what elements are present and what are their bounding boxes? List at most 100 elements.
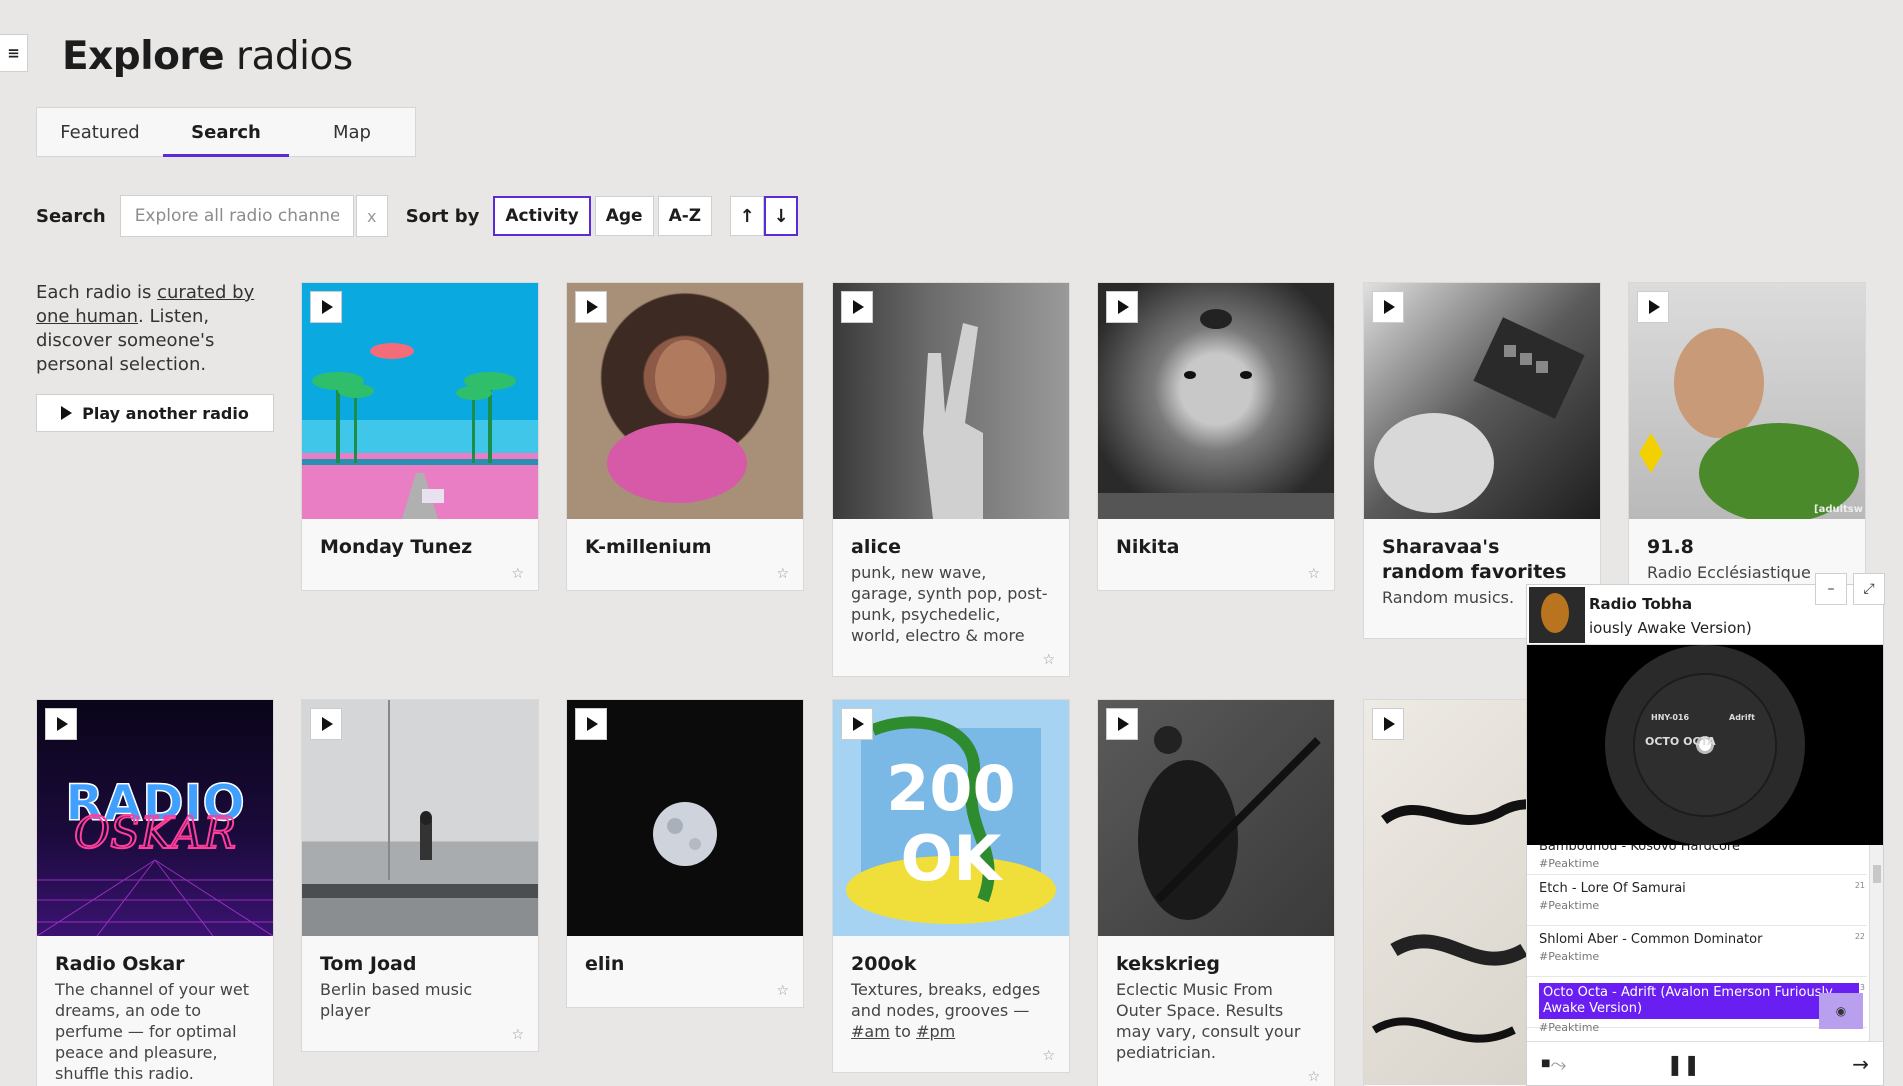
- star-icon[interactable]: ☆: [1042, 1048, 1055, 1064]
- track-item-active[interactable]: Octo Octa - Adrift (Avalon Emerson Furio…: [1527, 977, 1867, 1034]
- radio-card-kekskrieg[interactable]: kekskrieg Eclectic Music From Outer Space…: [1097, 699, 1335, 1086]
- track-item[interactable]: Bambounou - Kosovo Hardcore #Peaktime: [1527, 845, 1867, 875]
- play-another-radio-button[interactable]: Play another radio: [36, 394, 274, 432]
- radio-oskar-logo-script: OSKAR: [74, 808, 236, 859]
- radio-name: Radio Oskar: [55, 953, 185, 975]
- mini-player: – ⤢ Radio Tobha iously Awake Version) OC…: [1526, 573, 1885, 1086]
- radio-description: The channel of your wet dreams, an ode t…: [55, 980, 250, 1083]
- radio-artwork: [833, 283, 1069, 519]
- play-button[interactable]: [1372, 708, 1404, 740]
- radio-card-radio-oskar[interactable]: RADIO OSKAR Radio Oskar The channel of yo…: [36, 699, 274, 1086]
- menu-toggle-button[interactable]: ≡: [0, 34, 28, 72]
- eye-icon[interactable]: ◉: [1819, 993, 1863, 1029]
- radio-card-k-millenium[interactable]: K-millenium ☆: [566, 282, 804, 591]
- radio-name: 200ok: [851, 953, 917, 975]
- track-item[interactable]: Shlomi Aber - Common Dominator #Peaktime 2…: [1527, 926, 1867, 977]
- radio-card-91-8[interactable]: [adultsw 91.8 Radio Ecclésiastique: [1628, 282, 1866, 614]
- radio-card-nikita[interactable]: Nikita ☆: [1097, 282, 1335, 591]
- track-list: Bambounou - Kosovo Hardcore #Peaktime Etc…: [1527, 845, 1883, 1041]
- play-button[interactable]: [310, 291, 342, 323]
- radio-artwork: 200 OK: [833, 700, 1069, 936]
- play-button[interactable]: [1106, 708, 1138, 740]
- star-icon[interactable]: ☆: [511, 1027, 524, 1043]
- tab-featured[interactable]: Featured: [37, 108, 163, 156]
- shuffle-icon[interactable]: ⤳: [1550, 1052, 1566, 1076]
- vinyl-record-image: OCTO OCTA HNY-016 Adrift: [1605, 645, 1805, 845]
- radio-avatar[interactable]: [1529, 587, 1585, 643]
- radio-artwork: [adultsw: [1629, 283, 1865, 519]
- minimize-player-button[interactable]: –: [1815, 573, 1847, 605]
- radio-artwork: RADIO OSKAR: [37, 700, 273, 936]
- menu-icon: ≡: [7, 44, 20, 62]
- search-bar: Search x Sort by Activity Age A-Z ↑ ↓: [36, 195, 799, 237]
- tab-search[interactable]: Search: [163, 108, 289, 157]
- track-item[interactable]: Etch - Lore Of Samurai #Peaktime 21: [1527, 875, 1867, 926]
- next-icon[interactable]: →: [1852, 1052, 1869, 1076]
- play-button[interactable]: [575, 291, 607, 323]
- play-button[interactable]: [841, 708, 873, 740]
- sort-az-button[interactable]: A-Z: [657, 196, 713, 236]
- play-button[interactable]: [575, 708, 607, 740]
- star-icon[interactable]: ☆: [776, 983, 789, 999]
- radio-card-alice[interactable]: alice punk, new wave, garage, synth pop, …: [832, 282, 1070, 677]
- now-playing-title: iously Awake Version): [1589, 619, 1752, 637]
- radio-card-monday-tunez[interactable]: Monday Tunez ☆: [301, 282, 539, 591]
- track-list-scrollbar[interactable]: [1869, 845, 1883, 1041]
- expand-player-button[interactable]: ⤢: [1853, 573, 1885, 605]
- sort-age-button[interactable]: Age: [594, 196, 654, 236]
- search-input[interactable]: [119, 195, 354, 237]
- play-button[interactable]: [310, 708, 342, 740]
- player-controls: ■ ⤳ ❚❚ →: [1527, 1041, 1883, 1085]
- tab-map[interactable]: Map: [289, 108, 415, 156]
- video-player[interactable]: OCTO OCTA HNY-016 Adrift: [1527, 645, 1883, 845]
- star-icon[interactable]: ☆: [1042, 652, 1055, 668]
- search-label: Search: [36, 205, 106, 227]
- tag-link-am[interactable]: #am: [851, 1022, 890, 1041]
- radio-name: K-millenium: [585, 536, 712, 558]
- artwork-watermark: [adultsw: [1814, 504, 1863, 515]
- arrow-up-icon: ↑: [739, 205, 755, 227]
- sort-activity-button[interactable]: Activity: [493, 196, 591, 236]
- star-icon[interactable]: ☆: [776, 566, 789, 582]
- stop-icon[interactable]: ■: [1541, 1058, 1550, 1069]
- radio-artwork: [1098, 283, 1334, 519]
- star-icon[interactable]: ☆: [511, 566, 524, 582]
- play-icon: [61, 406, 73, 420]
- radio-name: Nikita: [1116, 536, 1180, 558]
- 200ok-logo-bottom: OK: [901, 822, 1004, 895]
- radio-name: Monday Tunez: [320, 536, 473, 558]
- tab-bar: Featured Search Map: [36, 107, 416, 157]
- sort-ascending-button[interactable]: ↑: [730, 196, 765, 236]
- sort-label: Sort by: [405, 205, 480, 227]
- radio-card-tom-joad[interactable]: Tom Joad Berlin based music player ☆: [301, 699, 539, 1052]
- radio-artwork: [302, 700, 538, 936]
- expand-icon: ⤢: [1863, 581, 1875, 597]
- radio-name: 91.8: [1647, 536, 1694, 558]
- pause-icon[interactable]: ❚❚: [1666, 1052, 1700, 1076]
- radio-name: Sharavaa's random favorites: [1382, 536, 1567, 583]
- radio-artwork: [567, 283, 803, 519]
- radio-description: Berlin based music player: [320, 980, 473, 1020]
- play-button[interactable]: [1637, 291, 1669, 323]
- radio-card-200ok[interactable]: 200 OK 200ok Textures, breaks, edges and …: [832, 699, 1070, 1073]
- play-button[interactable]: [1372, 291, 1404, 323]
- play-button[interactable]: [841, 291, 873, 323]
- tag-link-pm[interactable]: #pm: [916, 1022, 955, 1041]
- radio-artwork: [1098, 700, 1334, 936]
- radio-card-elin[interactable]: elin ☆: [566, 699, 804, 1008]
- 200ok-logo-top: 200: [886, 752, 1015, 825]
- radio-name: Tom Joad: [320, 953, 417, 975]
- radio-description: punk, new wave, garage, synth pop, post-…: [851, 563, 1048, 645]
- radio-description: Textures, breaks, edges and nodes, groov…: [851, 980, 1041, 1041]
- sort-descending-button[interactable]: ↓: [764, 196, 799, 236]
- play-button[interactable]: [45, 708, 77, 740]
- radio-artwork: [567, 700, 803, 936]
- star-icon[interactable]: ☆: [1307, 566, 1320, 582]
- radio-artwork: [302, 283, 538, 519]
- radio-name: elin: [585, 953, 625, 975]
- page-title: Explore radios: [62, 34, 353, 79]
- star-icon[interactable]: ☆: [1307, 1069, 1320, 1085]
- play-button[interactable]: [1106, 291, 1138, 323]
- clear-search-button[interactable]: x: [355, 195, 388, 237]
- radio-name: kekskrieg: [1116, 953, 1220, 975]
